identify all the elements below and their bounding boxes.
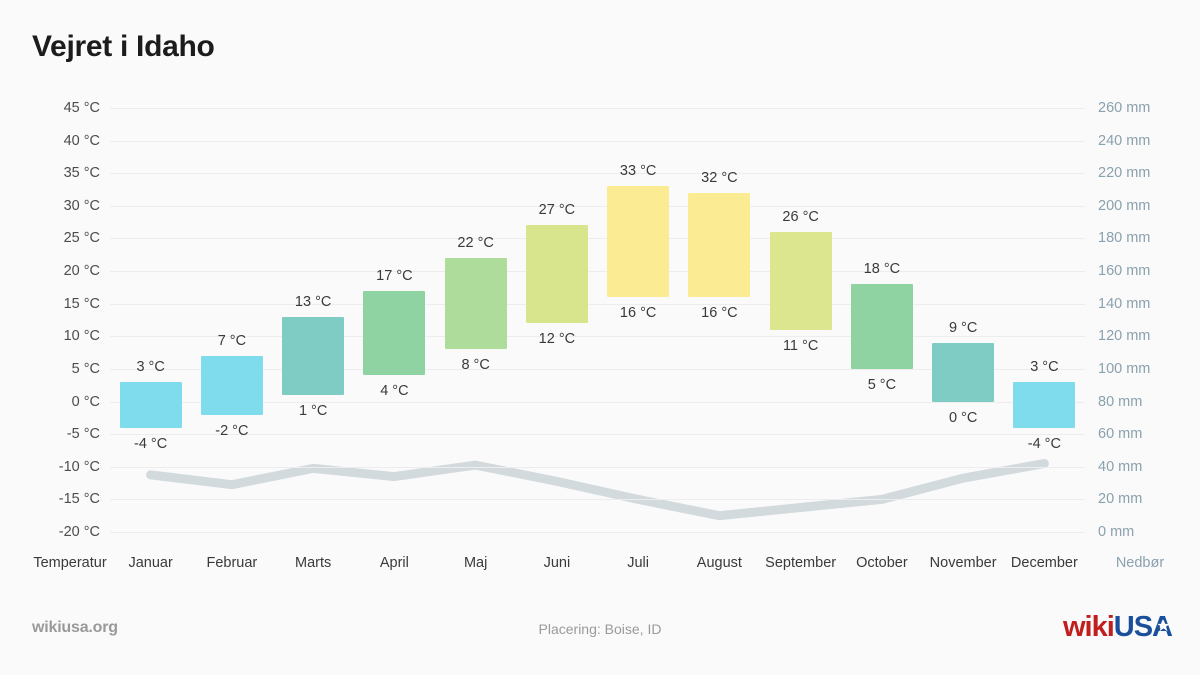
gridline (110, 271, 1085, 273)
temperature-bar[interactable] (607, 186, 670, 298)
temperature-bar[interactable] (200, 355, 263, 415)
precipitation-tick-label: 40 mm (1098, 458, 1143, 475)
month-label-december: December (1010, 555, 1078, 571)
month-label-juni: Juni (543, 555, 571, 571)
chart-plot-area: 3 °C -4 °C 7 °C -2 °C 13 °C 1 °C 17 °C 4 °C 22 °… (110, 108, 1085, 533)
temperature-bar[interactable] (444, 258, 507, 350)
precipitation-tick-label: 260 mm (1098, 100, 1151, 116)
max-temp-label: 22 °C (457, 235, 494, 252)
max-temp-label: 17 °C (376, 267, 413, 284)
temperature-bar[interactable] (769, 231, 832, 330)
temperature-bar[interactable] (525, 225, 588, 324)
month-label-marts: Marts (295, 555, 332, 571)
temperature-bar[interactable] (688, 192, 751, 298)
gridline (110, 205, 1085, 207)
month-label-april: April (379, 555, 409, 571)
temperature-bar[interactable] (1013, 381, 1076, 428)
temperature-tick-label: 40 °C (63, 132, 100, 149)
max-temp-label: 32 °C (701, 169, 738, 186)
max-temp-label: 33 °C (619, 163, 657, 180)
temperature-bar[interactable] (363, 290, 426, 376)
temperature-tick-label: 30 °C (63, 197, 100, 214)
page-title: Vejret i Idaho (32, 30, 215, 63)
temperature-tick-label: -10 °C (58, 458, 100, 475)
gridline (110, 532, 1085, 533)
precipitation-tick-label: 200 mm (1098, 197, 1151, 214)
max-temp-label: 27 °C (538, 202, 576, 219)
temperature-tick-label: -5 °C (66, 426, 100, 443)
min-temp-label: 16 °C (619, 305, 657, 322)
temperature-tick-label: 20 °C (63, 263, 100, 280)
min-temp-label: -4 °C (1027, 435, 1061, 452)
gridline (110, 140, 1085, 142)
max-temp-label: 9 °C (948, 319, 978, 336)
precipitation-tick-label: 220 mm (1098, 165, 1151, 182)
month-label-september: September (765, 555, 837, 571)
temperature-bar[interactable] (932, 342, 995, 402)
temperature-tick-label: -15 °C (58, 491, 100, 508)
gridline (110, 238, 1085, 240)
temperature-tick-label: 25 °C (63, 230, 100, 247)
min-temp-label: 0 °C (948, 409, 978, 426)
gridline (110, 303, 1085, 305)
logo-wiki-text: wiki (1062, 611, 1115, 643)
month-label-august: August (696, 555, 742, 571)
max-temp-label: 26 °C (782, 208, 819, 225)
month-label-februar: Februar (206, 555, 258, 571)
precipitation-tick-label: 160 mm (1098, 263, 1151, 280)
month-label-januar: Januar (128, 555, 173, 571)
wikiusa-logo: wiki USA (1062, 611, 1173, 644)
temperature-tick-label: 10 °C (63, 328, 100, 345)
precipitation-tick-label: 0 mm (1098, 524, 1135, 540)
star-icon (1157, 619, 1170, 632)
precipitation-tick-label: 140 mm (1098, 295, 1151, 312)
temperature-bar[interactable] (850, 284, 913, 369)
month-label-november: November (929, 555, 997, 571)
temperature-axis: 45 °C 40 °C 35 °C 30 °C 25 °C 20 °C 15 °C 10 °C… (0, 101, 100, 539)
min-temp-label: 5 °C (867, 376, 897, 393)
min-temp-label: 12 °C (538, 331, 576, 348)
max-temp-label: 13 °C (294, 293, 332, 310)
precipitation-tick-label: 20 mm (1098, 491, 1143, 508)
precipitation-tick-label: 240 mm (1098, 132, 1151, 149)
temperature-tick-label: 45 °C (63, 100, 100, 116)
min-temp-label: -4 °C (134, 435, 168, 452)
temperature-tick-label: 0 °C (71, 393, 100, 410)
max-temp-label: 7 °C (217, 332, 247, 349)
min-temp-label: 16 °C (701, 305, 738, 322)
min-temp-label: 4 °C (380, 383, 409, 400)
temperature-tick-label: 15 °C (63, 295, 100, 312)
precipitation-tick-label: 100 mm (1098, 360, 1151, 377)
precipitation-tick-label: 180 mm (1098, 230, 1151, 247)
logo-usa-text: USA (1114, 611, 1173, 644)
precipitation-axis-name: Nedbør (1115, 555, 1165, 571)
max-temp-label: 18 °C (863, 261, 901, 278)
gridline (110, 108, 1085, 109)
min-temp-label: 8 °C (461, 357, 490, 374)
month-label-maj: Maj (463, 555, 488, 571)
precipitation-tick-label: 60 mm (1098, 426, 1143, 443)
footer: wikiusa.org Placering: Boise, ID wiki USA (0, 605, 1200, 655)
temperature-tick-label: -20 °C (58, 524, 100, 540)
temperature-tick-label: 35 °C (63, 165, 100, 182)
precipitation-tick-label: 80 mm (1098, 393, 1143, 410)
temperature-tick-label: 5 °C (71, 360, 100, 377)
month-label-october: October (856, 555, 908, 571)
max-temp-label: 3 °C (1030, 358, 1059, 375)
precipitation-axis: 260 mm 240 mm 220 mm 200 mm 180 mm 160 mm 140 … (1098, 101, 1198, 539)
gridline (110, 466, 1085, 468)
min-temp-label: -2 °C (215, 422, 249, 439)
min-temp-label: 1 °C (298, 403, 328, 419)
max-temp-label: 3 °C (136, 358, 165, 375)
temperature-bar[interactable] (119, 381, 182, 428)
min-temp-label: 11 °C (782, 337, 819, 354)
month-label-juli: Juli (627, 555, 649, 571)
precipitation-tick-label: 120 mm (1098, 328, 1151, 345)
location-note: Placering: Boise, ID (538, 621, 662, 637)
month-axis-row: Temperatur Januar Februar Marts April Maj Juni… (0, 556, 1200, 580)
temperature-bar[interactable] (282, 316, 345, 395)
gridline (110, 499, 1085, 501)
